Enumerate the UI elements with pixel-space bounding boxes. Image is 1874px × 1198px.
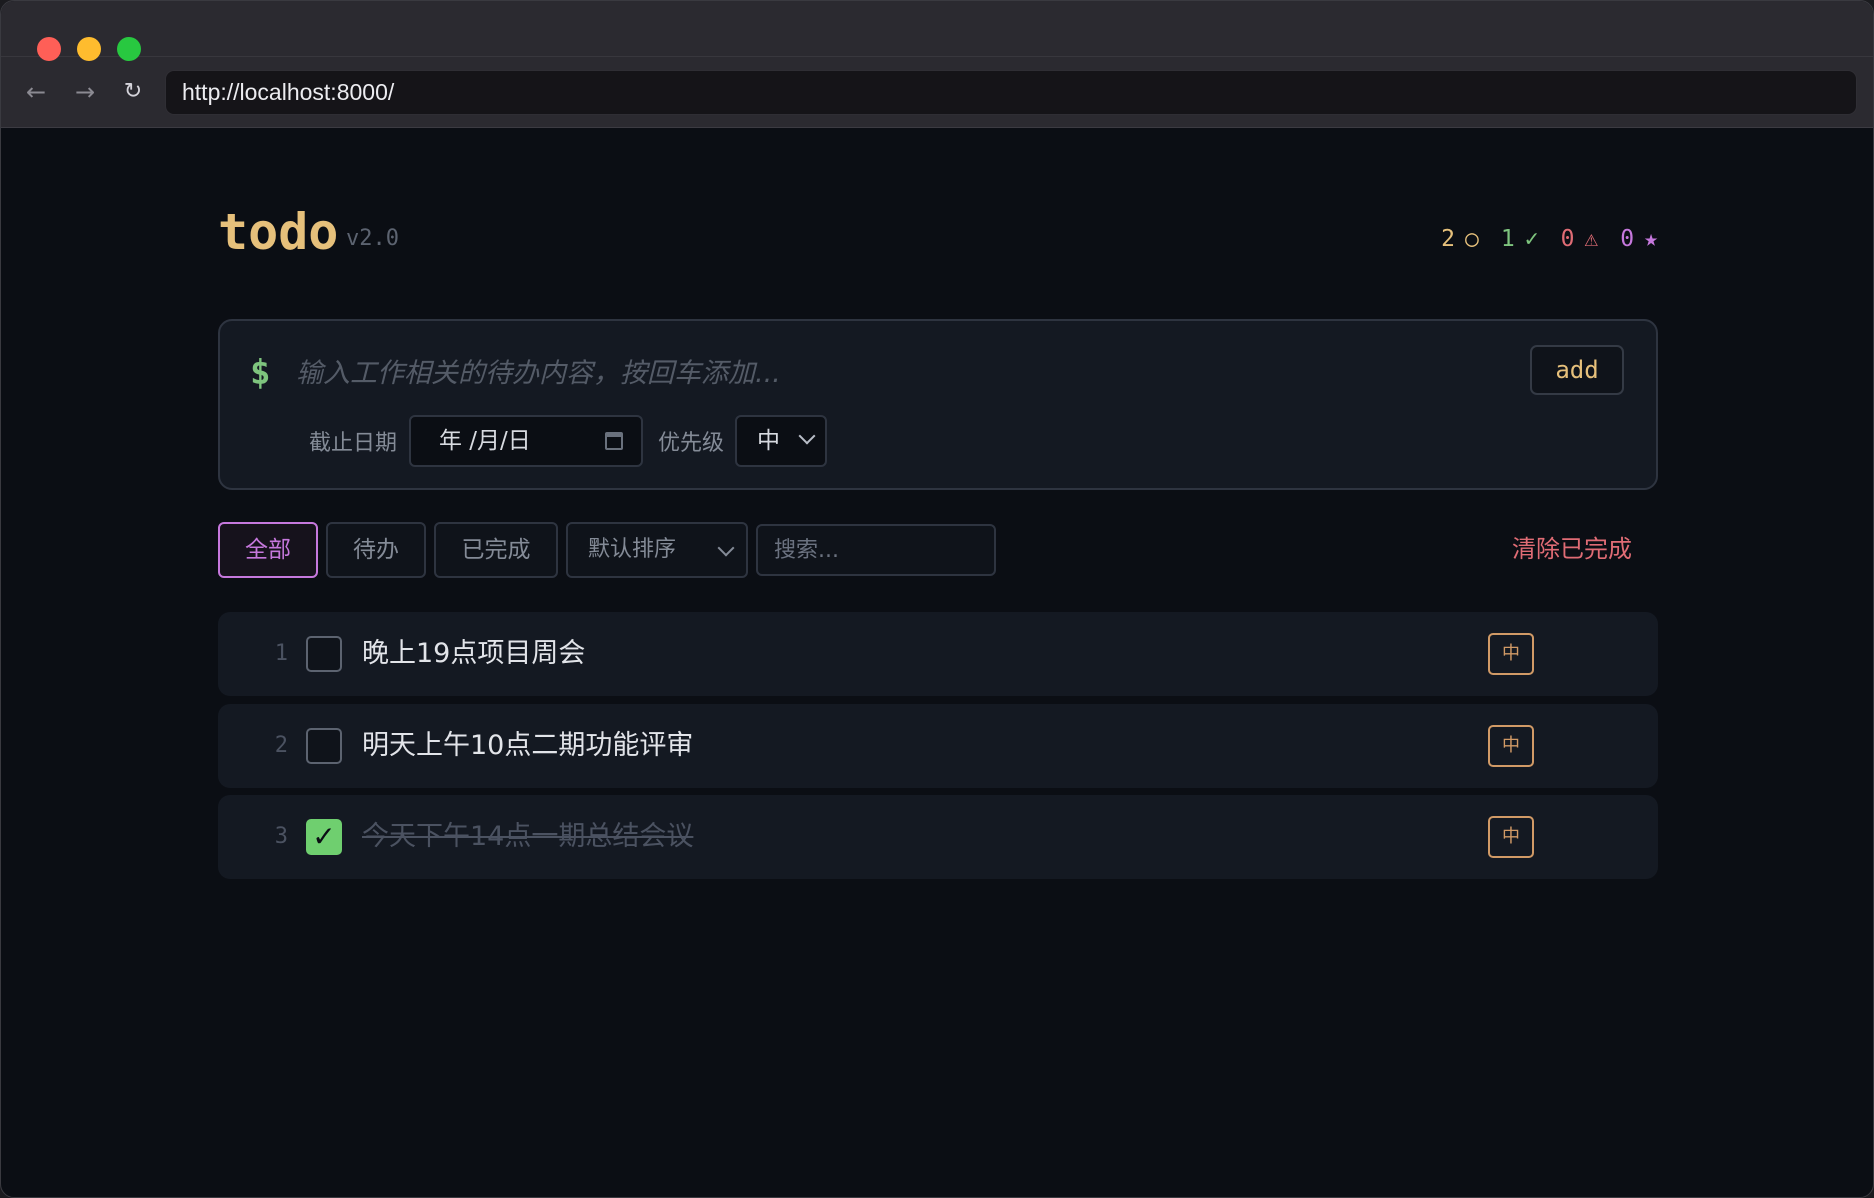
check-icon: ✓ [1524,226,1539,252]
todo-row: 2 明天上午10点二期功能评审 中 [218,704,1658,788]
prompt-dollar-icon: $ [250,353,271,393]
browser-chrome: ← → ↻ http://localhost:8000/ [1,1,1873,128]
priority-label: 优先级 [658,431,725,456]
stat-overdue-count: 0 [1560,226,1575,252]
chevron-down-icon [717,539,735,557]
warning-icon: ⚠ [1584,226,1599,252]
sort-select[interactable]: 默认排序 [566,522,748,578]
todo-row: 3 今天下午14点一期总结会议 中 [218,795,1658,879]
priority-badge[interactable]: 中 [1488,633,1534,675]
todo-text[interactable]: 今天下午14点一期总结会议 [362,795,693,879]
todo-number: 3 [274,824,288,849]
stat-completed-count: 1 [1500,226,1515,252]
todo-text[interactable]: 明天上午10点二期功能评审 [362,704,693,788]
minimize-window-button[interactable] [77,37,101,61]
new-todo-input[interactable] [296,349,1496,397]
stat-pending-count: 2 [1441,226,1455,252]
todo-number: 1 [274,641,288,666]
forward-arrow-icon[interactable]: → [70,77,100,107]
todo-checkbox-checked[interactable] [306,819,342,855]
browser-window: ← → ↻ http://localhost:8000/ todo v2.0 2… [0,0,1874,1198]
due-date-input[interactable]: 年 /月/日 [409,415,643,467]
todo-text[interactable]: 晚上19点项目周会 [362,612,585,696]
calendar-icon[interactable] [605,432,623,450]
priority-badge[interactable]: 中 [1488,816,1534,858]
chevron-down-icon [798,427,816,445]
due-date-value: 年 /月/日 [439,428,531,454]
priority-select-value: 中 [757,428,780,454]
back-arrow-icon[interactable]: ← [21,77,51,107]
sort-select-value: 默认排序 [588,537,677,562]
add-button[interactable]: add [1530,345,1624,395]
todo-checkbox[interactable] [306,728,342,764]
clear-completed-button[interactable]: 清除已完成 [1512,522,1632,578]
filter-done-button[interactable]: 已完成 [434,522,558,578]
filter-pending-button[interactable]: 待办 [326,522,426,578]
due-date-label: 截止日期 [309,431,398,456]
priority-select[interactable]: 中 [735,415,827,467]
circle-icon: ○ [1464,226,1479,252]
todo-number: 2 [274,733,288,758]
stat-completed: 1 ✓ [1501,225,1539,253]
stats-bar: 2 ○ 1 ✓ 0 ⚠ 0 ★ [1441,225,1658,253]
stat-overdue: 0 ⚠ [1561,225,1599,253]
titlebar-divider [1,56,1873,57]
address-bar[interactable]: http://localhost:8000/ [165,70,1857,115]
todo-row: 1 晚上19点项目周会 中 [218,612,1658,696]
new-todo-card: $ add 截止日期 年 /月/日 优先级 中 [218,319,1658,490]
maximize-window-button[interactable] [117,37,141,61]
stat-pending: 2 ○ [1441,225,1479,253]
filter-all-button[interactable]: 全部 [218,522,318,578]
app-title: todo [218,203,339,261]
stat-starred-count: 0 [1620,226,1635,252]
priority-badge[interactable]: 中 [1488,725,1534,767]
app-version: v2.0 [346,226,399,251]
star-icon: ★ [1644,226,1658,252]
close-window-button[interactable] [37,37,61,61]
search-input[interactable] [756,524,996,576]
reload-icon[interactable]: ↻ [118,77,148,107]
stat-starred: 0 ★ [1620,225,1658,253]
todo-checkbox[interactable] [306,636,342,672]
